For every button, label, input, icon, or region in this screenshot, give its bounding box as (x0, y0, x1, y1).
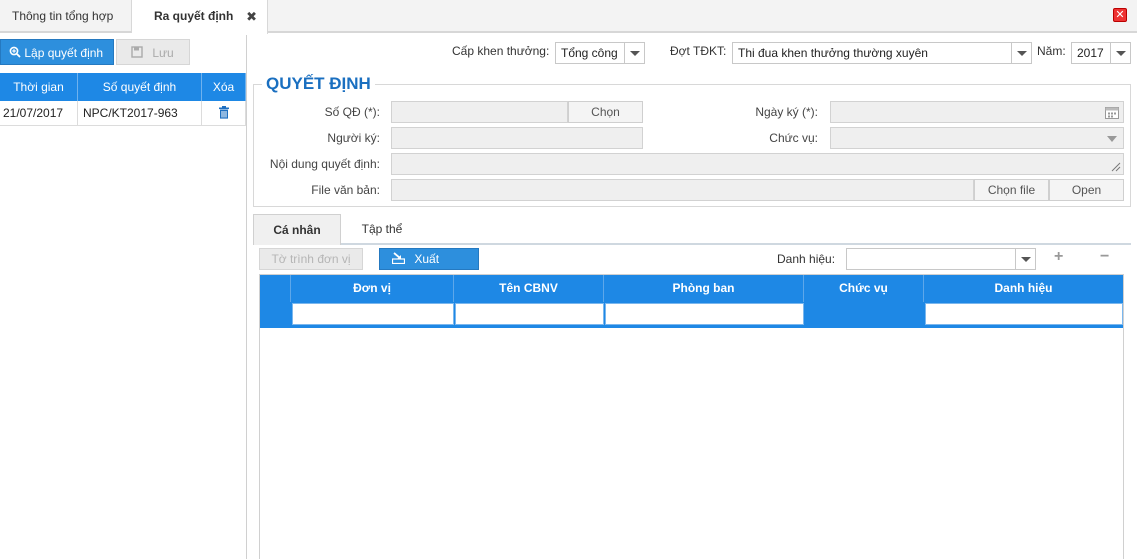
dot-tdkt-select[interactable]: Thi đua khen thưởng thường xuyên (732, 42, 1032, 64)
header-so-quyet-dinh[interactable]: Số quyết định (78, 73, 202, 101)
close-tab-icon[interactable]: ✖ (246, 0, 257, 33)
cap-khen-thuong-select[interactable]: Tổng công (555, 42, 645, 64)
table-header: Thời gian Số quyết định Xóa (0, 73, 246, 101)
chevron-down-icon[interactable] (624, 43, 644, 63)
tab-ra-quyet-dinh[interactable]: Ra quyết định ✖ (132, 0, 268, 34)
zoom-in-icon (9, 46, 21, 58)
ca-nhan-grid: Đơn vị Tên CBNV Phòng ban Chức vụ Danh h… (259, 274, 1124, 559)
trash-icon[interactable] (218, 106, 230, 119)
filter-danh-hieu-input[interactable] (925, 303, 1123, 325)
select-value: 2017 (1077, 46, 1104, 60)
select-value: Thi đua khen thưởng thường xuyên (738, 46, 928, 60)
resize-handle-icon[interactable] (1111, 162, 1121, 172)
sub-tab-bar: Cá nhân Tập thể (253, 214, 1131, 245)
top-tab-bar: Thông tin tổng hợp Ra quyết định ✖ ✕ (0, 0, 1137, 34)
nam-label: Năm: (1037, 44, 1066, 58)
header-select (260, 275, 291, 302)
to-trinh-don-vi-button[interactable]: Tờ trình đơn vị (259, 248, 363, 270)
grid-header: Đơn vị Tên CBNV Phòng ban Chức vụ Danh h… (260, 275, 1123, 302)
header-chuc-vu[interactable]: Chức vụ (804, 275, 924, 302)
tab-label: Thông tin tổng hợp (12, 9, 114, 23)
tab-thong-tin-tong-hop[interactable]: Thông tin tổng hợp (0, 0, 132, 33)
tab-ca-nhan[interactable]: Cá nhân (253, 214, 341, 245)
chevron-down-icon[interactable] (1011, 43, 1031, 63)
luu-button[interactable]: Lưu (116, 39, 190, 65)
header-xoa[interactable]: Xóa (202, 73, 246, 101)
left-panel: Lập quyết định Lưu Thời gian Số quyết đị… (0, 35, 247, 559)
header-danh-hieu[interactable]: Danh hiệu (924, 275, 1123, 302)
ngay-ky-input[interactable] (830, 101, 1124, 123)
window-close-icon[interactable]: ✕ (1113, 8, 1127, 22)
noi-dung-textarea[interactable] (391, 153, 1124, 175)
ngay-ky-label: Ngày ký (*): (755, 105, 818, 119)
filter-ten-cbnv-input[interactable] (455, 303, 604, 325)
table-row[interactable]: 21/07/2017 NPC/KT2017-963 (0, 101, 246, 126)
chevron-down-icon[interactable] (1110, 43, 1130, 63)
dot-tdkt-label: Đợt TĐKT: (670, 44, 727, 58)
decision-list-table: Thời gian Số quyết định Xóa 21/07/2017 N… (0, 73, 246, 126)
button-label: Lập quyết định (24, 46, 104, 60)
lap-quyet-dinh-button[interactable]: Lập quyết định (0, 39, 114, 65)
export-icon (391, 252, 406, 265)
cap-khen-thuong-label: Cấp khen thưởng: (452, 44, 550, 58)
button-label: Lưu (152, 46, 174, 60)
select-value: Tổng công (561, 46, 618, 60)
xuat-excel-button[interactable]: Xuất Excel (379, 248, 479, 286)
file-van-ban-input[interactable] (391, 179, 974, 201)
add-icon[interactable]: + (1054, 248, 1063, 266)
grid-filter-row (260, 302, 1123, 328)
nguoi-ky-label: Người ký: (327, 131, 380, 145)
danh-hieu-select[interactable] (846, 248, 1036, 270)
chevron-down-icon[interactable] (1107, 136, 1117, 142)
header-phong-ban[interactable]: Phòng ban (604, 275, 804, 302)
remove-icon[interactable]: − (1100, 248, 1109, 266)
filter-phong-ban-input[interactable] (605, 303, 804, 325)
danh-hieu-label: Danh hiệu: (777, 252, 836, 266)
delete-cell[interactable] (202, 101, 246, 125)
chevron-down-icon[interactable] (1015, 249, 1035, 269)
header-thoi-gian[interactable]: Thời gian (0, 73, 78, 101)
tab-label: Ra quyết định (154, 9, 234, 23)
decision-legend: QUYẾT ĐỊNH (262, 74, 375, 94)
header-don-vi[interactable]: Đơn vị (291, 275, 454, 302)
save-icon (131, 46, 143, 58)
so-qd-label: Số QĐ (*): (324, 105, 380, 119)
nguoi-ky-input[interactable] (391, 127, 643, 149)
chon-file-button[interactable]: Chọn file (974, 179, 1049, 201)
tab-tap-the[interactable]: Tập thể (345, 214, 419, 245)
calendar-icon[interactable] (1105, 106, 1119, 119)
header-ten-cbnv[interactable]: Tên CBNV (454, 275, 604, 302)
cell-number: NPC/KT2017-963 (78, 101, 202, 125)
so-qd-input[interactable] (391, 101, 568, 123)
chuc-vu-select[interactable] (830, 127, 1124, 149)
chon-button[interactable]: Chọn (568, 101, 643, 123)
filter-don-vi-input[interactable] (292, 303, 454, 325)
file-van-ban-label: File văn bản: (311, 183, 380, 197)
chuc-vu-label: Chức vụ: (769, 131, 818, 145)
open-button[interactable]: Open (1049, 179, 1124, 201)
nam-select[interactable]: 2017 (1071, 42, 1131, 64)
noi-dung-label: Nội dung quyết định: (269, 157, 380, 171)
cell-time: 21/07/2017 (0, 101, 78, 125)
